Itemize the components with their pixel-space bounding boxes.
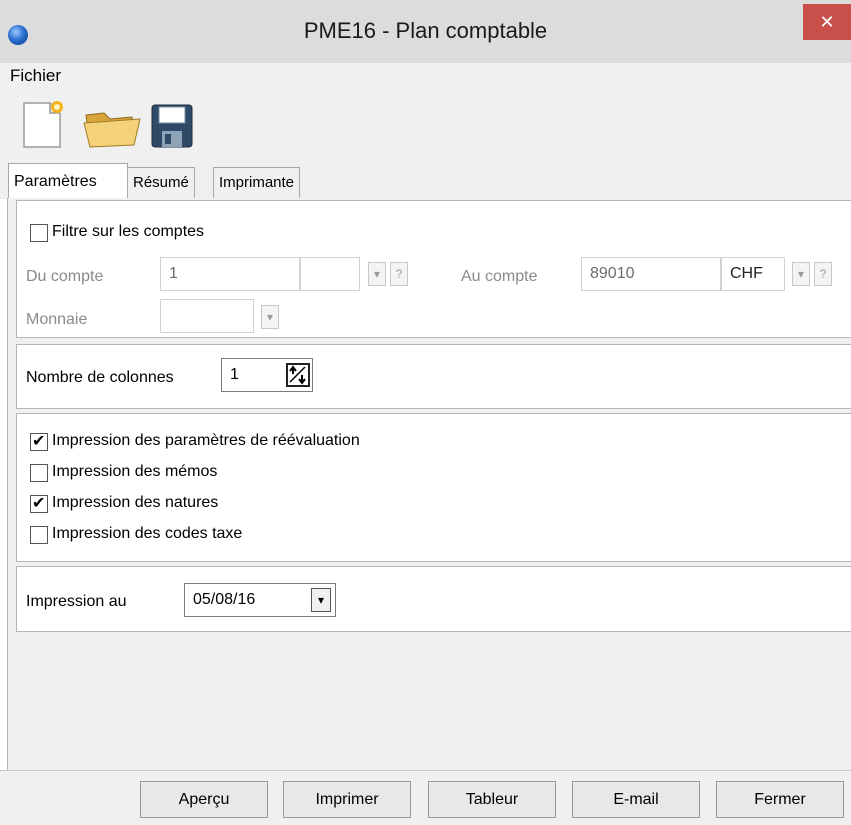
email-button[interactable]: E-mail [572,781,700,818]
menu-bar: Fichier [0,63,851,89]
filter-accounts-checkbox[interactable] [30,224,48,242]
print-date-label: Impression au [26,593,127,610]
save-disk-icon [151,104,193,148]
print-tax-codes-checkbox[interactable] [30,526,48,544]
print-revaluation-label: Impression des paramètres de réévaluatio… [52,432,360,449]
toolbar [0,89,851,163]
open-folder-icon [83,112,141,148]
print-natures-label: Impression des natures [52,494,219,511]
print-memos-label: Impression des mémos [52,463,218,480]
preview-button[interactable]: Aperçu [140,781,268,818]
tab-strip: Imprimante Résumé Paramètres [0,163,851,199]
to-currency-field[interactable]: CHF [721,257,785,291]
print-memos-checkbox[interactable] [30,464,48,482]
columns-panel: Nombre de colonnes 1 [16,344,851,409]
currency-field[interactable] [160,299,254,333]
from-account-label: Du compte [26,268,104,285]
tab-resume[interactable]: Résumé [127,167,195,199]
close-window-button[interactable]: ✕ [803,4,851,40]
to-account-label: Au compte [461,268,538,285]
open-folder-button[interactable] [82,99,146,151]
title-bar: PME16 - Plan comptable ✕ [0,0,851,63]
close-button[interactable]: Fermer [716,781,844,818]
print-revaluation-checkbox[interactable] [30,431,48,451]
print-options-panel: Impression des paramètres de réévaluatio… [16,413,851,562]
print-date-panel: Impression au 05/08/16 ▾ [16,566,851,632]
spreadsheet-button[interactable]: Tableur [428,781,556,818]
to-account-input[interactable]: 89010 [581,257,721,291]
from-dropdown-button[interactable]: ▾ [368,262,386,286]
to-help-button[interactable]: ? [814,262,832,286]
from-currency-field[interactable] [300,257,360,291]
filter-panel: Filtre sur les comptes Du compte 1 ▾ ? A… [16,200,851,338]
tab-imprimante[interactable]: Imprimante [213,167,301,199]
print-button[interactable]: Imprimer [283,781,411,818]
filter-accounts-label: Filtre sur les comptes [52,223,205,240]
print-date-dropdown-button[interactable]: ▾ [311,588,331,612]
new-document-icon [23,101,63,148]
columns-spinner[interactable] [286,363,310,387]
from-help-button[interactable]: ? [390,262,408,286]
window-title: PME16 - Plan comptable [303,18,548,43]
up-down-arrows-icon [289,365,306,385]
print-natures-checkbox[interactable] [30,493,48,513]
from-account-input[interactable]: 1 [160,257,300,291]
to-dropdown-button[interactable]: ▾ [792,262,810,286]
menu-fichier[interactable]: Fichier [10,66,61,86]
columns-label: Nombre de colonnes [26,369,174,386]
save-button[interactable] [150,99,196,151]
tab-parametres[interactable]: Paramètres [8,163,128,199]
currency-label: Monnaie [26,311,88,328]
button-bar: Aperçu Imprimer Tableur E-mail Fermer [0,770,851,825]
print-tax-codes-label: Impression des codes taxe [52,525,243,542]
new-document-button[interactable] [20,99,66,151]
currency-dropdown-button[interactable]: ▾ [261,305,279,329]
tab-content: Filtre sur les comptes Du compte 1 ▾ ? A… [7,198,851,770]
